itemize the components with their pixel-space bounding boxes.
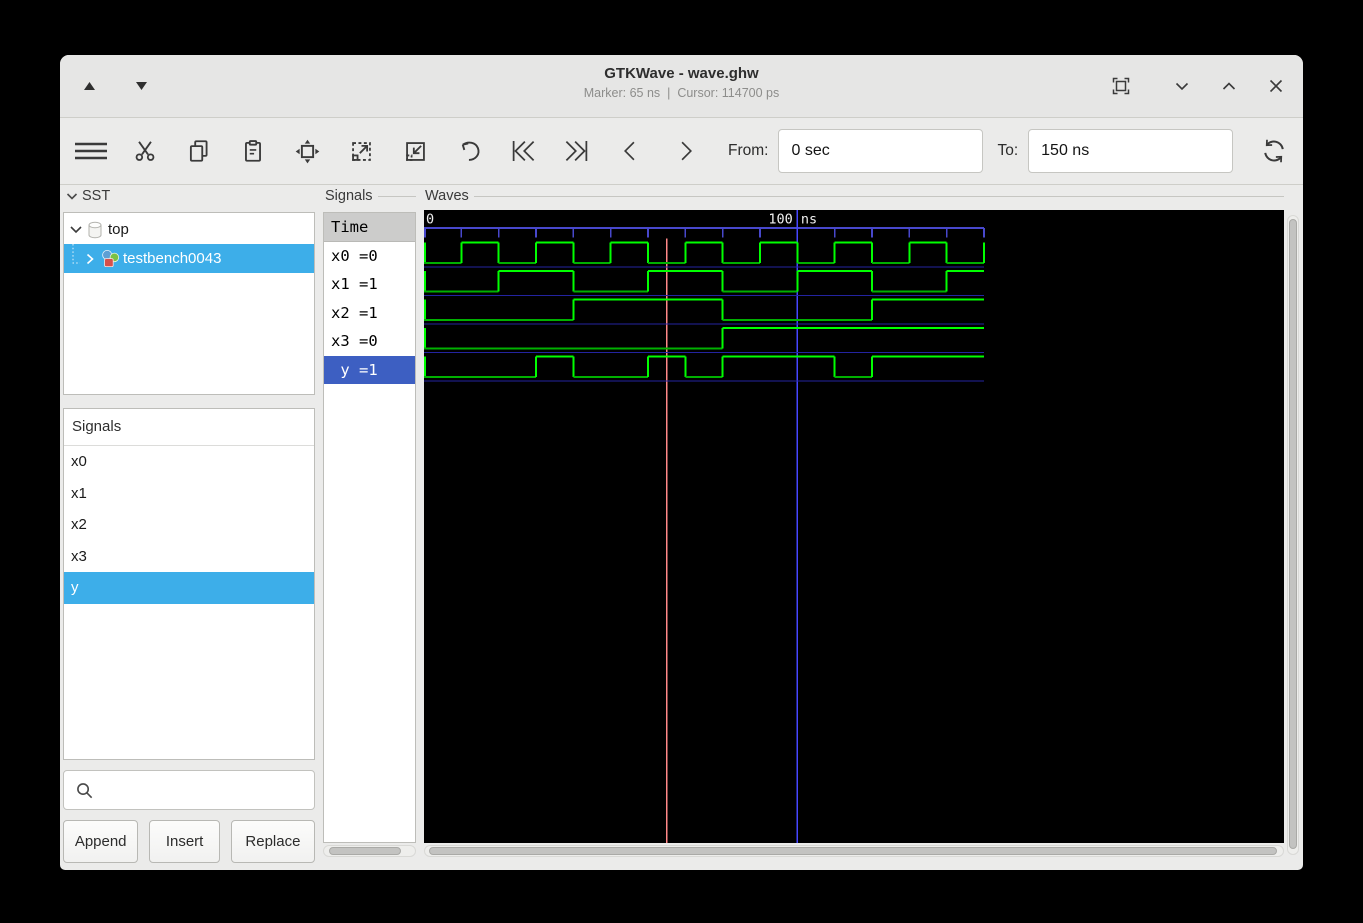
signals-frame-label: Signals bbox=[325, 188, 416, 204]
waves-frame-label: Waves bbox=[425, 188, 1284, 204]
triangle-up-icon bbox=[83, 82, 95, 90]
signal-browser: Signals x0 x1 x2 x3 y bbox=[63, 408, 315, 760]
chevron-down-icon bbox=[1175, 82, 1189, 91]
signal-list-item[interactable]: x3 bbox=[64, 541, 314, 573]
replace-button[interactable]: Replace bbox=[230, 820, 315, 863]
insert-button[interactable]: Insert bbox=[149, 820, 220, 863]
collapse-chevron-icon bbox=[66, 192, 78, 200]
menu-icon bbox=[75, 142, 107, 160]
signal-list-item-selected[interactable]: y bbox=[64, 572, 314, 604]
go-next-button[interactable] bbox=[668, 132, 702, 170]
titlebar-left-controls bbox=[78, 55, 152, 117]
scrollbar-thumb[interactable] bbox=[429, 847, 1277, 855]
paste-button[interactable] bbox=[236, 132, 270, 170]
signal-value-row[interactable]: x0 =0 bbox=[324, 242, 415, 271]
scrollbar-thumb[interactable] bbox=[329, 847, 401, 855]
tree-row-top[interactable]: top bbox=[64, 215, 314, 244]
sst-header[interactable]: SST bbox=[66, 188, 110, 204]
menu-button[interactable] bbox=[74, 132, 108, 170]
fullscreen-icon bbox=[1112, 77, 1130, 95]
expanded-chevron-icon[interactable] bbox=[69, 223, 83, 236]
signals-hscrollbar[interactable] bbox=[323, 845, 416, 857]
sst-tree: top testbench0043 bbox=[63, 212, 315, 395]
frame-line bbox=[473, 195, 1284, 197]
zoom-out-button[interactable] bbox=[344, 132, 378, 170]
svg-text:100 ns: 100 ns bbox=[768, 212, 817, 228]
to-input[interactable] bbox=[1028, 129, 1234, 173]
go-last-icon bbox=[565, 141, 588, 161]
chevron-up-icon bbox=[1222, 82, 1236, 90]
append-button[interactable]: Append bbox=[63, 820, 139, 863]
pane-down-button[interactable] bbox=[130, 75, 152, 97]
signal-list-item[interactable]: x1 bbox=[64, 478, 314, 510]
svg-text:0: 0 bbox=[426, 212, 434, 228]
tree-row-testbench[interactable]: testbench0043 bbox=[64, 244, 314, 273]
waves-vscrollbar[interactable] bbox=[1287, 215, 1299, 855]
go-next-icon bbox=[681, 141, 692, 161]
wave-canvas[interactable]: 0 100 ns bbox=[424, 210, 1284, 843]
zoom-out-icon bbox=[351, 141, 371, 161]
time-header[interactable]: Time bbox=[324, 213, 415, 242]
cut-button[interactable] bbox=[128, 132, 162, 170]
copy-button[interactable] bbox=[182, 132, 216, 170]
main-area: SST top testbench0043 Signals x0 x1 x2 x… bbox=[60, 185, 1303, 870]
tree-item-label[interactable]: testbench0043 bbox=[123, 250, 221, 267]
go-first-button[interactable] bbox=[506, 132, 540, 170]
waves-hscrollbar[interactable] bbox=[424, 845, 1284, 857]
testbench-package-icon bbox=[102, 250, 120, 268]
undo-icon bbox=[461, 141, 479, 161]
go-previous-button[interactable] bbox=[614, 132, 648, 170]
fullscreen-button[interactable] bbox=[1110, 75, 1132, 97]
sst-title: SST bbox=[82, 188, 111, 204]
close-button[interactable] bbox=[1265, 75, 1287, 97]
unshade-button[interactable] bbox=[1218, 75, 1240, 97]
shade-button[interactable] bbox=[1171, 75, 1193, 97]
titlebar-right-controls bbox=[1110, 55, 1287, 117]
go-first-icon bbox=[512, 141, 535, 161]
undo-button[interactable] bbox=[452, 132, 486, 170]
signals-panel-title: Signals bbox=[325, 188, 373, 204]
signal-value-row-selected[interactable]: y =1 bbox=[324, 355, 415, 385]
triangle-down-icon bbox=[135, 82, 147, 90]
reload-button[interactable] bbox=[1257, 132, 1291, 170]
go-previous-icon bbox=[624, 141, 635, 161]
signal-value-row[interactable]: x3 =0 bbox=[324, 327, 415, 356]
waves-panel-title: Waves bbox=[425, 188, 469, 204]
frame-line bbox=[377, 195, 416, 197]
cut-icon bbox=[135, 141, 155, 161]
search-input[interactable] bbox=[95, 771, 314, 809]
signal-value-row[interactable]: x2 =1 bbox=[324, 299, 415, 328]
waveform-plot[interactable]: 0 100 ns bbox=[424, 210, 1284, 843]
from-label: From: bbox=[728, 142, 769, 159]
signal-list-item[interactable]: x0 bbox=[64, 446, 314, 478]
scope-cylinder-icon bbox=[88, 221, 102, 238]
collapsed-chevron-icon[interactable] bbox=[84, 252, 96, 266]
signal-list-item[interactable]: x2 bbox=[64, 509, 314, 541]
tree-connector-line bbox=[72, 244, 80, 264]
search-icon bbox=[77, 782, 93, 798]
zoom-fit-button[interactable] bbox=[290, 132, 324, 170]
copy-icon bbox=[189, 140, 208, 162]
zoom-fit-icon bbox=[295, 139, 319, 163]
close-icon bbox=[1269, 79, 1283, 93]
to-label: To: bbox=[997, 142, 1019, 159]
titlebar: GTKWave - wave.ghw Marker: 65 ns | Curso… bbox=[60, 55, 1303, 118]
paste-icon bbox=[245, 140, 261, 162]
tree-item-label[interactable]: top bbox=[108, 221, 129, 238]
zoom-in-button[interactable] bbox=[398, 132, 432, 170]
signals-panel: Time x0 =0 x1 =1 x2 =1 x3 =0 y =1 bbox=[323, 212, 416, 843]
signal-value-row[interactable]: x1 =1 bbox=[324, 270, 415, 299]
screen: { "window": { "title": "GTKWave - wave.g… bbox=[0, 0, 1363, 923]
gtkwave-window: GTKWave - wave.ghw Marker: 65 ns | Curso… bbox=[60, 55, 1303, 870]
toolbar: From: To: bbox=[60, 118, 1303, 185]
signal-action-buttons: Append Insert Replace bbox=[63, 820, 315, 863]
go-last-button[interactable] bbox=[560, 132, 594, 170]
reload-icon bbox=[1264, 139, 1284, 163]
from-input[interactable] bbox=[778, 129, 984, 173]
zoom-in-icon bbox=[405, 141, 425, 161]
scrollbar-thumb[interactable] bbox=[1289, 219, 1297, 849]
pane-up-button[interactable] bbox=[78, 75, 100, 97]
signal-search[interactable] bbox=[63, 770, 315, 810]
signal-browser-header: Signals bbox=[64, 409, 314, 446]
